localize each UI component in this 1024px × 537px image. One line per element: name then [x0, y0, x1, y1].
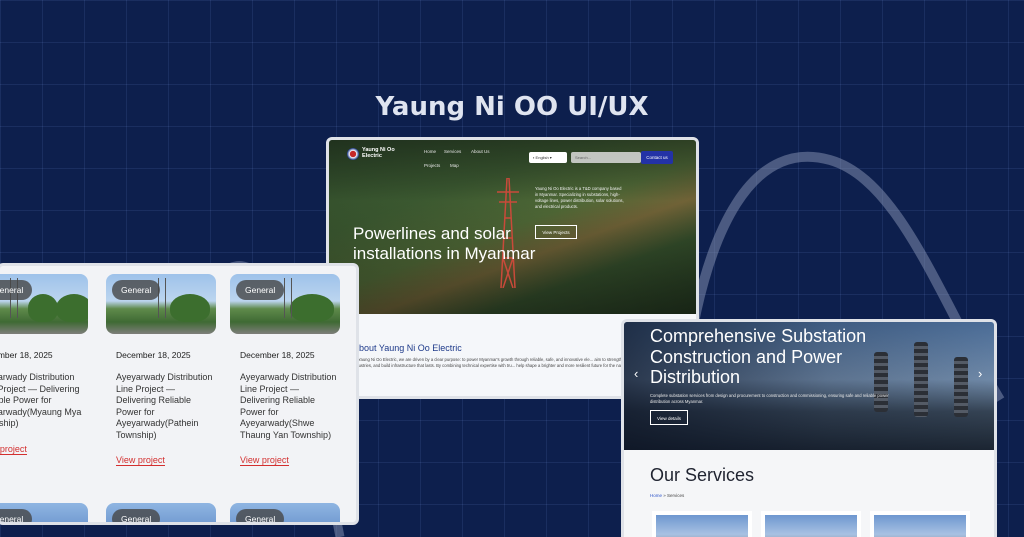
news-date: December 18, 2025 [240, 350, 315, 360]
news-card-next[interactable]: General [106, 503, 216, 522]
news-image: General [106, 274, 216, 334]
services-headline: Comprehensive Substation Construction an… [650, 326, 867, 387]
website-preview-services: Comprehensive Substation Construction an… [621, 319, 997, 537]
news-card[interactable]: General December 18, 2025 Ayeyarwady Dis… [0, 274, 88, 457]
news-card-next[interactable]: General [0, 503, 88, 522]
nav-about-us[interactable]: About Us [471, 149, 490, 154]
flag-icon: ▪ [533, 155, 535, 160]
main-description: Yaung Ni Oo Electric is a T&D company ba… [535, 186, 624, 209]
news-title: Ayeyarwady Distribution Line Project — D… [0, 372, 82, 428]
chevron-down-icon: ▾ [549, 155, 552, 160]
category-badge: General [0, 509, 33, 522]
contact-us-button[interactable]: Contact us [641, 151, 673, 164]
view-project-link[interactable]: View project [240, 455, 289, 466]
carousel-prev-icon[interactable]: ‹ [634, 366, 638, 381]
service-tile[interactable] [652, 511, 752, 537]
search-input[interactable]: Search... [571, 152, 641, 163]
services-hero-banner: Comprehensive Substation Construction an… [624, 322, 994, 450]
services-description: Complete substation services from design… [650, 393, 889, 404]
news-title: Ayeyarwady Distribution Line Project — D… [116, 372, 213, 440]
company-logo-text[interactable]: Yaung Ni Oo Electric [362, 147, 402, 159]
carousel-next-icon[interactable]: › [978, 366, 982, 381]
page-title: Yaung Ni OO UI/UX [375, 92, 649, 122]
breadcrumb: Home » Services [650, 493, 684, 498]
view-projects-button[interactable]: View Projects [535, 225, 577, 239]
website-preview-news: General December 18, 2025 Ayeyarwady Dis… [0, 263, 359, 525]
main-headline: Powerlines and solar installations in My… [353, 224, 536, 263]
main-hero-banner: Yaung Ni Oo Electric Home Services About… [329, 140, 696, 314]
news-card[interactable]: General December 18, 2025 Ayeyarwady Dis… [230, 274, 340, 468]
insulator-image [954, 357, 968, 417]
news-card-next[interactable]: General [230, 503, 340, 522]
company-logo-icon[interactable] [347, 148, 359, 160]
view-project-link[interactable]: View project [0, 444, 27, 455]
breadcrumb-home[interactable]: Home [650, 493, 662, 498]
insulator-image [914, 342, 928, 417]
view-project-link[interactable]: View project [116, 455, 165, 466]
category-badge: General [236, 509, 285, 522]
nav-projects[interactable]: Projects [424, 163, 440, 168]
nav-services[interactable]: Services [444, 149, 461, 154]
news-date: December 18, 2025 [0, 350, 53, 360]
news-date: December 18, 2025 [116, 350, 191, 360]
news-title: Ayeyarwady Distribution Line Project — D… [240, 372, 337, 440]
category-badge: General [112, 509, 161, 522]
category-badge: General [112, 280, 161, 300]
service-tile[interactable] [761, 511, 861, 537]
about-title: About Yaung Ni Oo Electric [353, 343, 462, 353]
category-badge: General [236, 280, 285, 300]
nav-map[interactable]: Map [450, 163, 459, 168]
nav-home[interactable]: Home [424, 149, 436, 154]
category-badge: General [0, 280, 33, 300]
news-image: General [0, 274, 88, 334]
language-select[interactable]: ▪ English ▾ [529, 152, 567, 163]
our-services-title: Our Services [650, 465, 755, 485]
news-image: General [230, 274, 340, 334]
news-card[interactable]: General December 18, 2025 Ayeyarwady Dis… [106, 274, 216, 468]
breadcrumb-current: » Services [663, 493, 685, 498]
service-tile[interactable] [870, 511, 970, 537]
language-label: English [535, 155, 549, 160]
view-details-button[interactable]: View details [650, 410, 688, 425]
